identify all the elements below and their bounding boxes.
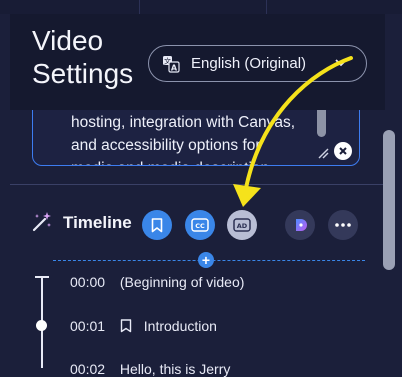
more-options-button[interactable] — [328, 210, 358, 240]
page-scrollbar[interactable] — [383, 120, 395, 368]
magic-wand-icon — [32, 212, 51, 232]
language-select[interactable]: 文 A English (Original) — [148, 45, 367, 82]
timeline-item[interactable]: 00:02 Hello, this is Jerry — [70, 361, 230, 377]
svg-text:CC: CC — [195, 222, 205, 230]
timeline-item-label: Introduction — [143, 318, 217, 334]
timeline-item-time: 00:01 — [70, 318, 106, 334]
translate-icon: 文 A — [163, 56, 180, 73]
description-line: media and media description — [71, 157, 311, 165]
bookmark-icon — [120, 319, 132, 333]
ai-assistant-icon — [296, 219, 307, 231]
tab-segment[interactable] — [266, 0, 402, 14]
clear-button[interactable] — [334, 142, 352, 160]
tab-segment[interactable] — [139, 0, 267, 14]
description-line: and accessibility options for — [71, 137, 261, 154]
settings-header: Video Settings 文 A English (Original) — [10, 14, 385, 110]
timeline-item[interactable]: 00:01 Introduction — [70, 318, 217, 334]
svg-text:AD: AD — [237, 222, 248, 230]
section-divider — [10, 184, 383, 185]
closed-captions-icon: CC — [191, 218, 209, 232]
timeline-title: Timeline — [63, 213, 132, 232]
resize-handle-icon[interactable] — [317, 147, 329, 159]
chevron-down-icon — [335, 59, 347, 67]
timeline-item[interactable]: 00:00 (Beginning of video) — [70, 274, 244, 290]
timeline-item-time: 00:00 — [70, 274, 106, 290]
add-bookmark-button[interactable] — [142, 210, 172, 240]
tab-segment[interactable] — [0, 0, 140, 14]
language-value: English (Original) — [191, 55, 307, 72]
svg-text:A: A — [171, 64, 178, 73]
timeline-marker[interactable] — [36, 320, 47, 331]
audio-description-icon: AD — [233, 218, 251, 232]
timeline-item-time: 00:02 — [70, 361, 106, 377]
ai-assistant-button[interactable] — [285, 210, 315, 240]
description-line: hosting, integration with Canvas, — [71, 114, 296, 131]
top-tab-strip — [0, 0, 402, 14]
more-icon — [335, 223, 351, 227]
close-icon — [339, 147, 347, 155]
timeline-item-label: (Beginning of video) — [119, 274, 245, 290]
captions-button[interactable]: CC — [185, 210, 215, 240]
page-title: Video Settings — [32, 25, 134, 89]
page-scrollbar-thumb[interactable] — [383, 130, 395, 270]
description-text: hosting, integration with Canvas, and ac… — [71, 111, 311, 165]
audio-description-button[interactable]: AD — [227, 210, 257, 240]
add-timeline-item-button[interactable]: + — [198, 252, 214, 268]
timeline-item-label: Hello, this is Jerry — [119, 361, 231, 377]
bookmark-icon — [151, 217, 163, 232]
